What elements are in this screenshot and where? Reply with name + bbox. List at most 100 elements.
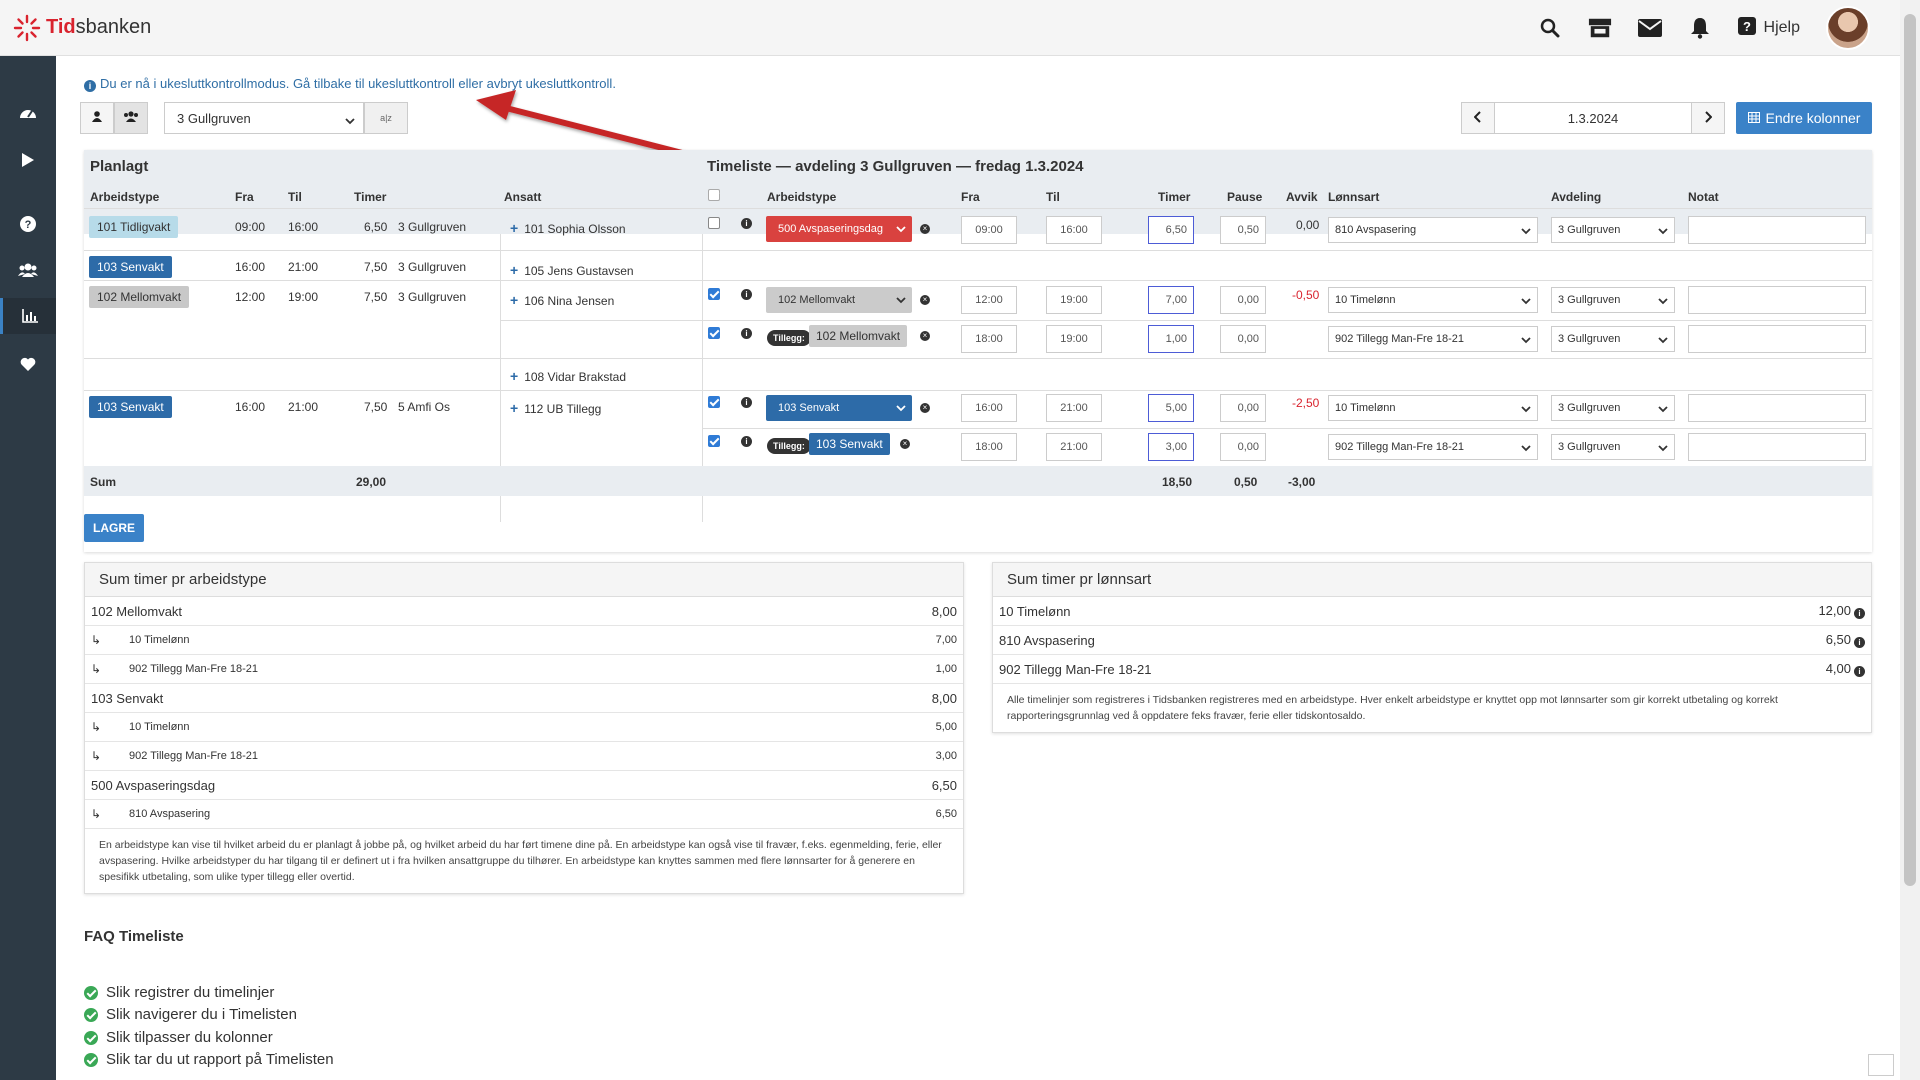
notat-input[interactable] [1688,286,1866,314]
save-button[interactable]: LAGRE [84,514,144,542]
users-icon[interactable] [0,252,56,288]
close-circle-icon[interactable]: × [920,224,930,234]
close-circle-icon[interactable]: × [900,439,910,449]
change-columns-button[interactable]: Endre kolonner [1736,102,1872,134]
logo[interactable]: Tidsbanken [12,13,151,43]
fra-input[interactable]: 18:00 [961,433,1017,461]
plus-icon[interactable]: + [510,292,518,308]
plus-icon[interactable]: + [510,400,518,416]
date-field[interactable]: 1.3.2024 [1495,102,1691,134]
pause-input[interactable]: 0,00 [1220,394,1266,422]
faq-link[interactable]: Slik registrer du timelinjer [84,984,274,1001]
timer-input[interactable]: 5,00 [1148,394,1194,422]
pause-input[interactable]: 0,00 [1220,433,1266,461]
timer-input[interactable]: 1,00 [1148,325,1194,353]
avdeling-select[interactable]: 3 Gullgruven [1551,395,1675,421]
row-checkbox[interactable] [708,396,720,408]
scrollbar-thumb[interactable] [1904,14,1916,886]
heart-icon[interactable] [0,346,56,382]
lonnsart-select[interactable]: 902 Tillegg Man-Fre 18-21 [1328,326,1538,352]
employee-cell[interactable]: +101 Sophia Olsson [510,220,626,236]
info-icon[interactable]: i [1854,637,1865,648]
notat-input[interactable] [1688,216,1866,244]
timer-input[interactable]: 3,00 [1148,433,1194,461]
pause-input[interactable]: 0,50 [1220,216,1266,244]
plus-icon[interactable]: + [510,220,518,236]
prev-day-button[interactable] [1461,102,1495,134]
row-checkbox[interactable] [708,288,720,300]
avatar[interactable] [1826,6,1870,50]
plus-icon[interactable]: + [510,262,518,278]
faq-link[interactable]: Slik tilpasser du kolonner [84,1029,273,1046]
employee-cell[interactable]: +112 UB Tillegg [510,400,601,416]
row-checkbox[interactable] [708,435,720,447]
notat-input[interactable] [1688,433,1866,461]
info-icon[interactable]: i [741,218,752,229]
info-icon[interactable]: i [741,289,752,300]
department-select[interactable]: 3 Gullgruven [164,102,364,134]
employee-cell[interactable]: +105 Jens Gustavsen [510,262,634,278]
worktype-select[interactable]: 102 Mellomvakt [766,287,912,313]
single-user-toggle[interactable] [80,102,114,134]
store-icon[interactable] [1588,16,1612,40]
lonnsart-select[interactable]: 902 Tillegg Man-Fre 18-21 [1328,434,1538,460]
avdeling-select[interactable]: 3 Gullgruven [1551,217,1675,243]
avdeling-select[interactable]: 3 Gullgruven [1551,287,1675,313]
close-circle-icon[interactable]: × [920,403,930,413]
select-all-checkbox[interactable] [708,189,720,201]
sort-button[interactable]: a|z [364,102,408,134]
info-icon[interactable]: i [1854,608,1865,619]
chart-icon[interactable] [0,298,56,334]
info-icon[interactable]: i [741,436,752,447]
notat-input[interactable] [1688,325,1866,353]
next-day-button[interactable] [1691,102,1725,134]
tillegg-worktype[interactable]: 103 Senvakt [809,433,890,455]
lonnsart-select[interactable]: 10 Timelønn [1328,395,1538,421]
planned-type-badge[interactable]: 102 Mellomvakt [89,286,190,308]
row-checkbox[interactable] [708,327,720,339]
til-input[interactable]: 19:00 [1046,286,1102,314]
pause-input[interactable]: 0,00 [1220,325,1266,353]
employee-cell[interactable]: +106 Nina Jensen [510,292,614,308]
timer-input[interactable]: 6,50 [1148,216,1194,244]
tool-button[interactable] [1868,1054,1894,1076]
info-icon[interactable]: i [1854,666,1865,677]
fra-input[interactable]: 09:00 [961,216,1017,244]
play-icon[interactable] [0,142,56,178]
pause-input[interactable]: 0,00 [1220,286,1266,314]
employee-cell[interactable]: +108 Vidar Brakstad [510,368,626,384]
help-circle-icon[interactable]: ? [0,206,56,242]
info-icon[interactable]: i [741,328,752,339]
close-circle-icon[interactable]: × [920,295,930,305]
til-input[interactable]: 16:00 [1046,216,1102,244]
tillegg-worktype[interactable]: 102 Mellomvakt [809,325,908,347]
til-input[interactable]: 19:00 [1046,325,1102,353]
til-input[interactable]: 21:00 [1046,433,1102,461]
planned-type-badge[interactable]: 103 Senvakt [89,396,172,418]
fra-input[interactable]: 16:00 [961,394,1017,422]
faq-link[interactable]: Slik tar du ut rapport på Timelisten [84,1051,334,1068]
close-circle-icon[interactable]: × [920,331,930,341]
fra-input[interactable]: 18:00 [961,325,1017,353]
mail-icon[interactable] [1637,16,1662,40]
search-icon[interactable] [1538,16,1562,40]
back-to-weekend-control-link[interactable]: Gå tilbake til ukesluttkontroll [293,76,455,91]
worktype-select[interactable]: 500 Avspaseringsdag [766,216,912,242]
dashboard-icon[interactable] [0,94,56,130]
timer-input[interactable]: 7,00 [1148,286,1194,314]
page-scrollbar[interactable] [1900,0,1920,1080]
avdeling-select[interactable]: 3 Gullgruven [1551,326,1675,352]
row-checkbox[interactable] [708,217,720,229]
bell-icon[interactable] [1688,16,1712,40]
fra-input[interactable]: 12:00 [961,286,1017,314]
til-input[interactable]: 21:00 [1046,394,1102,422]
faq-link[interactable]: Slik navigerer du i Timelisten [84,1006,297,1023]
help-link[interactable]: ? Hjelp [1737,16,1800,40]
avdeling-select[interactable]: 3 Gullgruven [1551,434,1675,460]
planned-type-badge[interactable]: 103 Senvakt [89,256,172,278]
lonnsart-select[interactable]: 10 Timelønn [1328,287,1538,313]
planned-type-badge[interactable]: 101 Tidligvakt [89,216,179,238]
worktype-select[interactable]: 103 Senvakt [766,395,912,421]
info-icon[interactable]: i [741,397,752,408]
plus-icon[interactable]: + [510,368,518,384]
